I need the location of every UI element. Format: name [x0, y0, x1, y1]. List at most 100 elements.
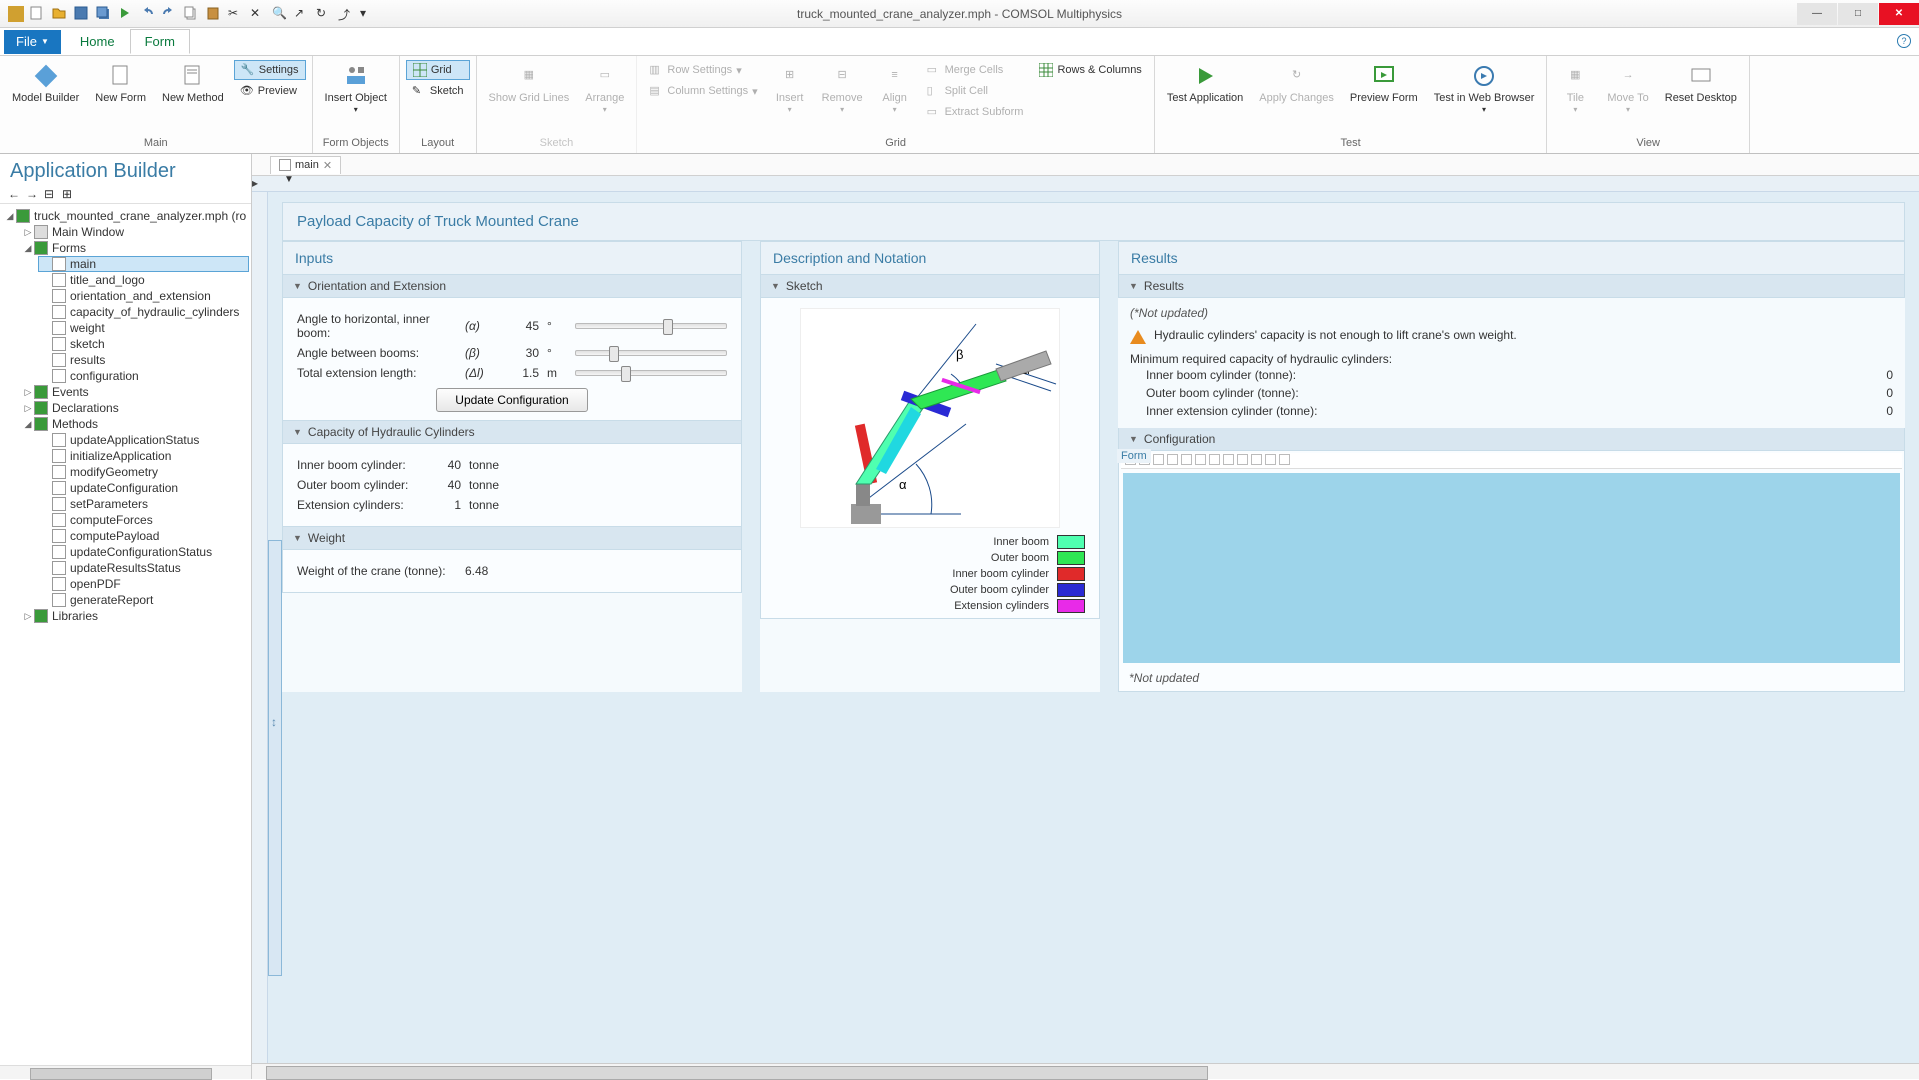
maximize-button[interactable]: □	[1838, 3, 1878, 25]
expand-icon[interactable]: ⊞	[62, 187, 76, 201]
collapse-icon[interactable]: ⊟	[44, 187, 58, 201]
update-configuration-button[interactable]: Update Configuration	[436, 388, 587, 412]
preview-button[interactable]: 👁Preview	[234, 81, 306, 101]
cut-icon[interactable]: ✂	[228, 6, 244, 22]
tree-declarations[interactable]: ▷Declarations	[20, 400, 249, 416]
new-form-button[interactable]: New Form	[89, 60, 152, 107]
weight-header[interactable]: ▼Weight	[282, 527, 742, 550]
open-icon[interactable]	[52, 6, 68, 22]
tree-form-item[interactable]: configuration	[38, 368, 249, 384]
export-icon[interactable]: ⤴	[338, 6, 354, 22]
forward-icon[interactable]: →	[26, 187, 40, 201]
grid-layout-button[interactable]: Grid	[406, 60, 470, 80]
sketch-header[interactable]: ▼Sketch	[760, 275, 1100, 298]
close-button[interactable]: ✕	[1879, 3, 1919, 25]
tree-libraries[interactable]: ▷Libraries	[20, 608, 249, 624]
back-icon[interactable]: ←	[8, 187, 22, 201]
plot-tool-icon[interactable]	[1279, 454, 1290, 465]
form-surface[interactable]: Payload Capacity of Truck Mounted Crane …	[268, 192, 1919, 1063]
tree-methods[interactable]: ◢Methods	[20, 416, 249, 432]
minimize-button[interactable]: —	[1797, 3, 1837, 25]
configuration-header[interactable]: ▼Configuration	[1118, 428, 1905, 451]
tree-root[interactable]: ◢truck_mounted_crane_analyzer.mph (ro	[2, 208, 249, 224]
sketch-layout-button[interactable]: ✎Sketch	[406, 81, 470, 101]
tree-form-item[interactable]: orientation_and_extension	[38, 288, 249, 304]
save-all-icon[interactable]	[96, 6, 112, 22]
horizontal-ruler[interactable]: ▼	[252, 176, 1919, 192]
delete-icon[interactable]: ✕	[250, 6, 266, 22]
tree-form-main[interactable]: main	[38, 256, 249, 272]
plot-tool-icon[interactable]	[1223, 454, 1234, 465]
capacity-header[interactable]: ▼Capacity of Hydraulic Cylinders	[282, 421, 742, 444]
tree-method-item[interactable]: computeForces	[38, 512, 249, 528]
orientation-header[interactable]: ▼Orientation and Extension	[282, 275, 742, 298]
undo-icon[interactable]	[140, 6, 156, 22]
preview-form-button[interactable]: Preview Form	[1344, 60, 1424, 107]
tree-method-item[interactable]: initializeApplication	[38, 448, 249, 464]
tree-method-item[interactable]: updateConfigurationStatus	[38, 544, 249, 560]
copy-icon[interactable]	[184, 6, 200, 22]
results-sub-header[interactable]: ▼Results	[1118, 275, 1905, 298]
configuration-plot[interactable]	[1123, 473, 1900, 663]
vertical-ruler[interactable]	[252, 192, 268, 1063]
tree-method-item[interactable]: computePayload	[38, 528, 249, 544]
tree-form-item[interactable]: capacity_of_hydraulic_cylinders	[38, 304, 249, 320]
tree-form-item[interactable]: weight	[38, 320, 249, 336]
plot-tool-icon[interactable]	[1251, 454, 1262, 465]
plot-tool-icon[interactable]	[1181, 454, 1192, 465]
doc-tab-main[interactable]: main✕	[270, 156, 341, 174]
move-to-button: →Move To▾	[1601, 60, 1654, 117]
plot-tool-icon[interactable]	[1167, 454, 1178, 465]
tab-home[interactable]: Home	[65, 29, 130, 54]
tab-form[interactable]: Form	[130, 29, 190, 54]
tree-events[interactable]: ▷Events	[20, 384, 249, 400]
insert-object-button[interactable]: Insert Object▾	[319, 60, 393, 117]
reset-desktop-button[interactable]: Reset Desktop	[1659, 60, 1743, 107]
paste-icon[interactable]	[206, 6, 222, 22]
tree-method-item[interactable]: generateReport	[38, 592, 249, 608]
test-application-button[interactable]: Test Application	[1161, 60, 1249, 107]
plot-tool-icon[interactable]	[1209, 454, 1220, 465]
tree-main-window[interactable]: ▷Main Window	[20, 224, 249, 240]
tree-method-item[interactable]: updateResultsStatus	[38, 560, 249, 576]
new-icon[interactable]	[30, 6, 46, 22]
close-tab-icon[interactable]: ✕	[323, 159, 332, 172]
tree-form-item[interactable]: results	[38, 352, 249, 368]
plot-tool-icon[interactable]	[1265, 454, 1276, 465]
refresh-icon[interactable]: ↻	[316, 6, 332, 22]
file-menu[interactable]: File ▼	[4, 30, 61, 54]
form-canvas[interactable]: Payload Capacity of Truck Mounted Crane …	[252, 192, 1919, 1063]
canvas-scrollbar[interactable]	[252, 1063, 1919, 1079]
test-browser-button[interactable]: Test in Web Browser▾	[1428, 60, 1541, 117]
tree-method-item[interactable]: modifyGeometry	[38, 464, 249, 480]
run-icon[interactable]	[118, 6, 134, 22]
tree-method-item[interactable]: updateApplicationStatus	[38, 432, 249, 448]
rows-columns-button[interactable]: Rows & Columns	[1033, 60, 1147, 80]
dl-slider[interactable]	[575, 370, 727, 376]
find-icon[interactable]: 🔍	[272, 6, 288, 22]
goto-icon[interactable]: ↗	[294, 6, 310, 22]
plot-tool-icon[interactable]	[1153, 454, 1164, 465]
tree-form-item[interactable]: title_and_logo	[38, 272, 249, 288]
settings-button[interactable]: 🔧Settings	[234, 60, 306, 80]
plot-tool-icon[interactable]	[1195, 454, 1206, 465]
save-icon[interactable]	[74, 6, 90, 22]
dropdown-icon[interactable]: ▾	[360, 6, 376, 22]
tree-form-item[interactable]: sketch	[38, 336, 249, 352]
model-builder-button[interactable]: Model Builder	[6, 60, 85, 107]
help-icon[interactable]: ?	[1897, 34, 1911, 48]
app-tree[interactable]: ◢truck_mounted_crane_analyzer.mph (ro ▷M…	[0, 204, 251, 1065]
tree-scrollbar[interactable]	[0, 1065, 251, 1079]
beta-slider[interactable]	[575, 350, 727, 356]
redo-icon[interactable]	[162, 6, 178, 22]
alpha-slider[interactable]	[575, 323, 727, 329]
tree-method-item[interactable]: openPDF	[38, 576, 249, 592]
grid-extent-marker[interactable]	[268, 540, 282, 976]
tree-method-item[interactable]: updateConfiguration	[38, 480, 249, 496]
new-method-button[interactable]: New Method	[156, 60, 230, 107]
tree-method-item[interactable]: setParameters	[38, 496, 249, 512]
tree-forms[interactable]: ◢Forms	[20, 240, 249, 256]
plot-tool-icon[interactable]	[1237, 454, 1248, 465]
plot-toolbar[interactable]	[1121, 453, 1902, 469]
input-row: Angle between booms: (β) 30 °	[297, 346, 727, 360]
